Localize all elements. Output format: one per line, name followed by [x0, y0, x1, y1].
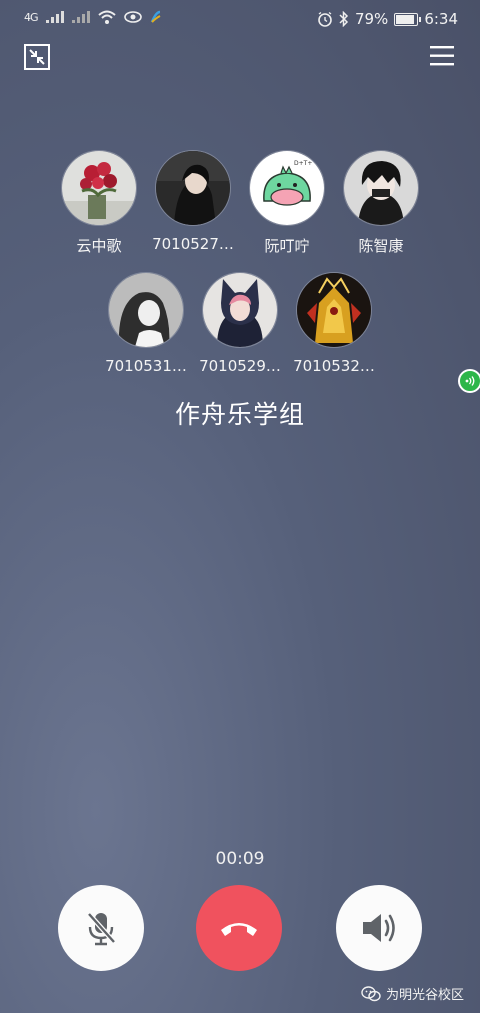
watermark: 为明光谷校区: [361, 984, 464, 1003]
participant[interactable]: 陈智康: [343, 150, 419, 256]
status-right: 79% 6:34: [317, 10, 458, 28]
menu-button[interactable]: [430, 45, 454, 67]
avatar: D+T+: [249, 150, 325, 226]
minimize-button[interactable]: [24, 44, 50, 70]
participant-name: 7010531…: [105, 357, 187, 375]
participant-name: 7010527…: [152, 235, 234, 253]
participant-name: 云中歌: [76, 237, 122, 255]
avatar: [296, 272, 372, 348]
status-left: 4G: [24, 10, 162, 24]
avatar-girl-dark-image: [156, 151, 230, 225]
phone-hangup-icon: [221, 923, 257, 936]
signal-no-service-icon: [71, 11, 90, 23]
microphone-muted-icon: [87, 912, 116, 946]
signal-icon: [45, 11, 64, 23]
wechat-icon: [361, 985, 381, 1001]
avatar: [202, 272, 278, 348]
status-bar: 4G 79% 6:34: [0, 0, 480, 40]
mute-button[interactable]: [58, 885, 144, 971]
speaking-indicator: [458, 369, 480, 393]
avatar-flowers-image: [62, 151, 136, 225]
avatar-girl-sketch-image: [109, 273, 183, 347]
avatar-golden-armor-image: [297, 273, 371, 347]
avatar: [155, 150, 231, 226]
avatar-anime-dark-boy-image: [344, 151, 418, 225]
avatar: [343, 150, 419, 226]
hangup-button[interactable]: [196, 885, 282, 971]
avatar-anime-cat-ears-image: [203, 273, 277, 347]
participant-name: 阮叮咛: [264, 237, 310, 255]
network-type: 4G: [24, 10, 38, 24]
eye-comfort-icon: [123, 11, 142, 23]
voice-wave-icon: [465, 376, 475, 386]
app-notification-icon: [150, 10, 160, 23]
speaker-button[interactable]: [336, 885, 422, 971]
wifi-icon: [97, 10, 116, 24]
alarm-icon: [318, 11, 332, 27]
battery-level: [396, 14, 414, 24]
participant[interactable]: 7010531…: [105, 272, 187, 375]
participant[interactable]: 7010532…: [293, 272, 375, 375]
avatar: [61, 150, 137, 226]
participant[interactable]: 7010529…: [199, 272, 281, 375]
participant-name: 陈智康: [358, 237, 404, 255]
bluetooth-icon: [339, 11, 349, 27]
participant-grid: 云中歌 7010527… D+T+ 阮叮咛 陈智康 7010531… 70105…: [0, 150, 480, 393]
participant[interactable]: 7010527…: [152, 150, 480, 393]
watermark-text: 为明光谷校区: [385, 988, 464, 1003]
battery-icon: [394, 12, 422, 26]
minimize-window-icon: [24, 44, 50, 70]
participant-row: 云中歌 7010527… D+T+ 阮叮咛 陈智康: [0, 150, 480, 393]
battery-percent: 79%: [354, 10, 389, 28]
participant[interactable]: D+T+ 阮叮咛: [249, 150, 325, 256]
call-controls: [0, 885, 480, 975]
speaker-icon: [363, 914, 395, 942]
hamburger-menu-icon: [430, 46, 454, 66]
avatar-cartoon-dino-image: D+T+: [250, 151, 324, 225]
participant-name: 7010532…: [293, 357, 375, 375]
avatar: [108, 272, 184, 348]
participant-name: 7010529…: [199, 357, 281, 375]
participant-row: 7010531… 7010529… 7010532…: [0, 272, 480, 375]
call-duration: 00:09: [215, 849, 265, 869]
svg-text:D+T+: D+T+: [294, 160, 312, 167]
clock: 6:34: [424, 10, 458, 28]
participant[interactable]: 云中歌: [61, 150, 137, 256]
group-name: 作舟乐学组: [174, 400, 305, 429]
